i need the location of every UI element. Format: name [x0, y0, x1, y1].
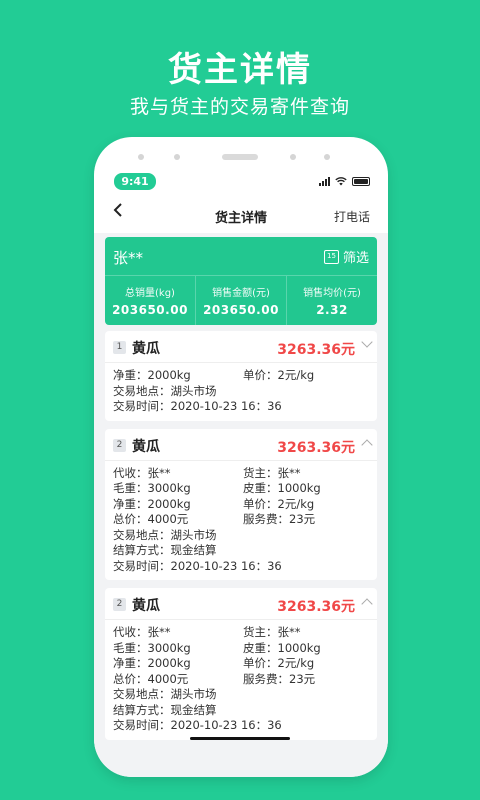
tare-weight: 皮重：1000kg: [243, 481, 321, 495]
trade-time: 交易时间：2020-10-23 16：36: [113, 558, 282, 573]
nav-bar: 货主详情 打电话: [94, 197, 388, 233]
transaction-product: 黄瓜: [132, 341, 160, 357]
promo-title: 货主详情: [168, 50, 312, 90]
stat-value: 203650.00: [203, 303, 279, 317]
transaction-product: 黄瓜: [132, 438, 160, 455]
chevron-up-icon[interactable]: [361, 438, 373, 451]
home-indicator[interactable]: [190, 737, 290, 740]
transaction-product: 黄瓜: [132, 598, 160, 614]
sensor-dot: [290, 154, 296, 160]
transaction-amount: 3263.36元: [277, 599, 355, 615]
trade-location: 交易地点：湖头市场: [113, 687, 217, 701]
transaction-header[interactable]: 2 黄瓜 3263.36元: [105, 429, 377, 461]
camera-dot: [174, 154, 180, 160]
unit-price: 单价：2元/kg: [243, 656, 315, 670]
service-fee: 服务费：23元: [243, 512, 316, 526]
agent: 代收：张**: [113, 625, 171, 639]
stat-average-price: 销售均价(元) 2.32: [287, 276, 377, 325]
stat-total-volume: 总销量(kg) 203650.00: [105, 276, 196, 325]
battery-icon: [352, 177, 370, 186]
transaction-index: 2: [113, 598, 126, 611]
wifi-icon: [335, 177, 347, 186]
net-weight: 净重：2000kg: [113, 656, 191, 670]
payment-method: 结算方式：现金结算: [113, 543, 217, 557]
unit-price: 单价：2元/kg: [243, 496, 315, 511]
signal-icon: [319, 176, 330, 186]
stat-value: 2.32: [316, 303, 348, 317]
transaction-details: 代收：张** 货主：张** 毛重：3000kg 皮重：1000kg 净重：200…: [105, 620, 377, 740]
phone-top-decoration: [94, 151, 388, 161]
chevron-down-icon[interactable]: [361, 336, 373, 348]
service-fee: 服务费：23元: [243, 671, 316, 686]
gross-weight: 毛重：3000kg: [113, 640, 191, 655]
transaction-amount: 3263.36元: [277, 342, 355, 358]
summary-card: 张** 15 筛选 总销量(kg) 203650.00 销售金额(元) 2036…: [105, 237, 377, 325]
calendar-icon: 15: [323, 249, 339, 264]
net-weight: 净重：2000kg: [113, 368, 191, 382]
gross-weight: 毛重：3000kg: [113, 481, 191, 495]
transaction-details: 净重：2000kg 单价：2元/kg 交易地点：湖头市场 交易时间：2020-1…: [105, 363, 377, 421]
stat-label: 总销量(kg): [125, 288, 175, 299]
tare-weight: 皮重：1000kg: [243, 640, 321, 655]
stat-value: 203650.00: [112, 303, 188, 317]
transaction-amount: 3263.36元: [277, 439, 355, 456]
total-price: 总价：4000元: [113, 671, 189, 686]
transaction-index: 2: [113, 438, 126, 452]
filter-button[interactable]: 15 筛选: [323, 247, 369, 266]
payment-method: 结算方式：现金结算: [113, 702, 217, 717]
speaker-grill: [222, 154, 258, 160]
transaction-index: 1: [113, 341, 126, 354]
owner: 货主：张**: [243, 465, 301, 480]
status-bar: 9:41: [94, 173, 388, 191]
agent: 代收：张**: [113, 465, 171, 480]
owner: 货主：张**: [243, 625, 301, 639]
sensor-dot: [138, 154, 144, 160]
filter-label: 筛选: [342, 251, 369, 266]
call-button[interactable]: 打电话: [334, 208, 370, 225]
stat-label: 销售金额(元): [212, 288, 270, 299]
net-weight: 净重：2000kg: [113, 496, 191, 511]
trade-time: 交易时间：2020-10-23 16：36: [113, 399, 282, 413]
stats-row: 总销量(kg) 203650.00 销售金额(元) 203650.00 销售均价…: [105, 275, 377, 325]
transaction-header[interactable]: 1 黄瓜 3263.36元: [105, 331, 377, 363]
content-area[interactable]: 张** 15 筛选 总销量(kg) 203650.00 销售金额(元) 2036…: [94, 233, 388, 777]
transaction-header[interactable]: 2 黄瓜 3263.36元: [105, 588, 377, 620]
stat-sales-amount: 销售金额(元) 203650.00: [196, 276, 287, 325]
total-price: 总价：4000元: [113, 512, 189, 526]
transaction-card[interactable]: 1 黄瓜 3263.36元 净重：2000kg 单价：2元/kg 交易地点：湖头…: [105, 331, 377, 421]
promo-subtitle: 我与货主的交易寄件查询: [129, 96, 350, 118]
sensor-dot: [324, 154, 330, 160]
transaction-details: 代收：张** 货主：张** 毛重：3000kg 皮重：1000kg 净重：200…: [105, 461, 377, 581]
stat-label: 销售均价(元): [303, 288, 361, 299]
trade-location: 交易地点：湖头市场: [113, 527, 217, 542]
transaction-card[interactable]: 2 黄瓜 3263.36元 代收：张** 货主：张** 毛重：3000kg 皮重…: [105, 588, 377, 740]
unit-price: 单价：2元/kg: [243, 368, 315, 382]
transaction-card[interactable]: 2 黄瓜 3263.36元 代收：张** 货主：张** 毛重：3000kg 皮重…: [105, 428, 377, 581]
trade-location: 交易地点：湖头市场: [113, 383, 217, 398]
status-time: 9:41: [114, 173, 156, 190]
owner-name: 张**: [113, 249, 144, 267]
chevron-up-icon[interactable]: [361, 598, 373, 610]
trade-time: 交易时间：2020-10-23 16：36: [113, 718, 282, 732]
phone-frame: 9:41 货主详情 打电话 张** 15 筛选 总销量(kg) 203650.0…: [94, 137, 388, 777]
